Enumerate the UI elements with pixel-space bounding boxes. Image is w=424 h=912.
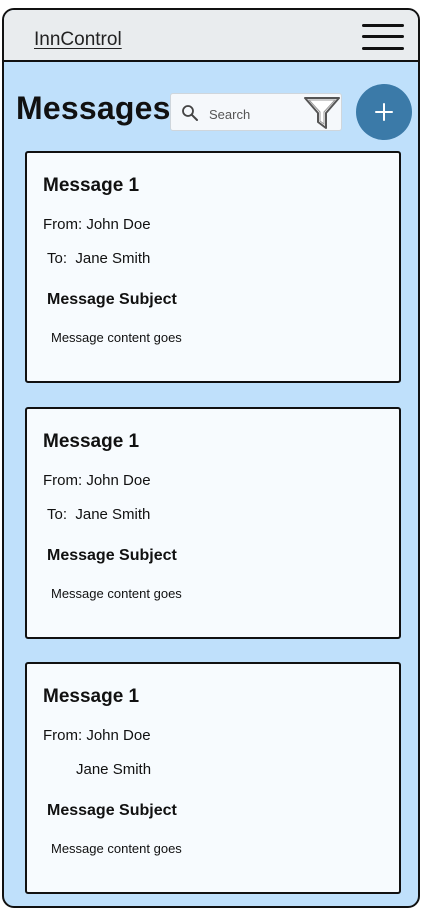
from-label: From: — [43, 216, 83, 233]
menu-line — [362, 47, 404, 50]
message-title: Message 1 — [43, 175, 140, 196]
message-content: Message content goes — [51, 330, 182, 345]
search-input[interactable] — [207, 103, 301, 125]
from-value: John Doe — [86, 472, 151, 489]
message-content: Message content goes — [51, 841, 182, 856]
top-navbar: InnControl — [4, 10, 418, 62]
menu-line — [362, 24, 404, 27]
search-box[interactable] — [170, 93, 342, 131]
message-to: To: Jane Smith — [47, 506, 150, 523]
hamburger-menu-icon[interactable] — [362, 22, 404, 52]
from-value: John Doe — [86, 727, 151, 744]
message-from: From: John Doe — [43, 727, 151, 744]
app-logo-link[interactable]: InnControl — [34, 29, 122, 51]
filter-funnel-icon[interactable] — [302, 96, 342, 130]
from-label: From: — [43, 727, 83, 744]
message-subject: Message Subject — [47, 547, 177, 564]
message-card[interactable]: Message 1 From: John Doe Jane Smith Mess… — [25, 662, 401, 894]
to-value: Jane Smith — [75, 250, 151, 267]
message-subject: Message Subject — [47, 291, 177, 308]
add-message-button[interactable] — [356, 84, 412, 140]
plus-icon — [375, 103, 393, 121]
menu-line — [362, 35, 404, 38]
app-frame: InnControl Messages Message 1 From: John… — [2, 8, 420, 908]
search-icon — [182, 105, 198, 121]
message-card[interactable]: Message 1 From: John Doe To: Jane Smith … — [25, 407, 401, 639]
message-title: Message 1 — [43, 686, 140, 707]
message-from: From: John Doe — [43, 472, 151, 489]
to-label: To: — [47, 250, 68, 267]
message-to: Jane Smith — [76, 761, 151, 778]
message-title: Message 1 — [43, 431, 140, 452]
from-value: John Doe — [86, 216, 151, 233]
to-value: Jane Smith — [75, 506, 151, 523]
to-label: To: — [47, 506, 68, 523]
from-label: From: — [43, 472, 83, 489]
to-value: Jane Smith — [76, 761, 152, 778]
page-title: Messages — [16, 90, 171, 126]
message-to: To: Jane Smith — [47, 250, 150, 267]
message-from: From: John Doe — [43, 216, 151, 233]
message-subject: Message Subject — [47, 802, 177, 819]
message-card[interactable]: Message 1 From: John Doe To: Jane Smith … — [25, 151, 401, 383]
message-content: Message content goes — [51, 586, 182, 601]
